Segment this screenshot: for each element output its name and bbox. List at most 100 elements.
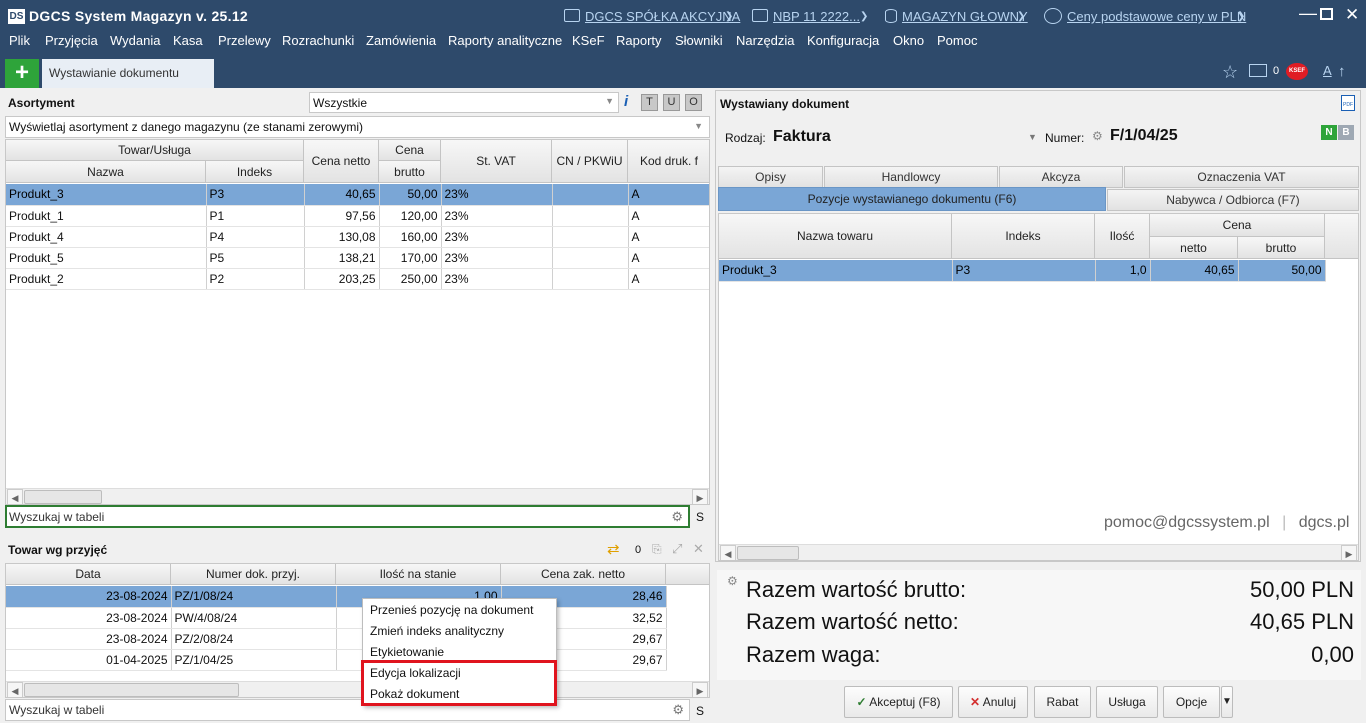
menu-ksef[interactable]: KSeF [572,33,605,49]
menu-kasa[interactable]: Kasa [173,33,203,49]
col-gross[interactable]: brutto [379,161,441,183]
menu-raporty-analityczne[interactable]: Raporty analityczne [448,33,562,49]
table-row[interactable]: 23-08-2024 PZ/1/08/24 1,00 28,46 [6,586,667,608]
tab-oznaczenia-vat[interactable]: Oznaczenia VAT [1124,166,1359,188]
table-row[interactable]: 23-08-2024 PW/4/08/24 32,52 [6,607,667,629]
menu-narzedzia[interactable]: Narzędzia [736,33,795,49]
scrollbar-thumb[interactable] [737,546,799,560]
company-selector[interactable]: DGCS SPÓŁKA AKCYJNA [585,9,740,24]
warehouse-selector[interactable]: MAGAZYN GŁOWNY [902,9,1028,24]
ksef-badge[interactable]: KSEF [1286,63,1308,80]
service-button[interactable]: Usługa [1096,686,1158,718]
minimize-icon[interactable]: — [1299,4,1317,22]
col-vat[interactable]: St. VAT [441,140,552,183]
col-product-name[interactable]: Nazwa towaru [719,214,952,259]
font-size-button[interactable]: A [1323,63,1332,78]
font-scale-icon[interactable]: ↑ [1338,63,1346,80]
maximize-icon[interactable] [1320,8,1333,20]
gear-icon[interactable]: ⚙ [1092,129,1103,143]
receipts-search-input[interactable]: Wyszukaj w tabeli ⚙ [5,699,690,721]
menu-item-change-analytic-index[interactable]: Zmień indeks analityczny [363,621,556,642]
pin-icon[interactable]: ⎘ [652,542,662,557]
table-row[interactable]: Produkt_5 P5 138,21 170,00 23% A [6,247,709,269]
tab-buyer[interactable]: Nabywca / Odbiorca (F7) [1107,189,1359,211]
col-gross[interactable]: brutto [1238,237,1325,259]
scroll-right-icon[interactable]: ▶ [692,682,708,697]
tab-positions[interactable]: Pozycje wystawianego dokumentu (F6) [718,187,1106,211]
badge-b[interactable]: B [1338,125,1354,140]
assortment-mode-select[interactable]: Wyświetlaj asortyment z danego magazynu … [5,116,710,138]
tab-handlowcy[interactable]: Handlowcy [824,166,998,188]
col-print-code[interactable]: Kod druk. f [628,140,709,183]
horizontal-scrollbar[interactable]: ◀ ▶ [719,544,1358,560]
monitor-icon[interactable] [1249,64,1267,77]
menu-zamowienia[interactable]: Zamówienia [366,33,436,49]
assortment-search-input[interactable]: Wyszukaj w tabeli ⚙ [5,505,690,528]
discount-button[interactable]: Rabat [1034,686,1091,718]
accept-button[interactable]: ✓ Akceptuj (F8) [844,686,953,718]
table-row[interactable]: 23-08-2024 PZ/2/08/24 29,67 [6,628,667,650]
tab-akcyza[interactable]: Akcyza [999,166,1123,188]
document-number[interactable]: F/1/04/25 [1110,127,1178,145]
scrollbar-thumb[interactable] [24,490,102,504]
scroll-right-icon[interactable]: ▶ [692,489,708,504]
pdf-icon[interactable]: PDF [1341,95,1355,111]
horizontal-scrollbar[interactable]: ◀ ▶ [6,681,709,697]
col-net[interactable]: netto [1150,237,1238,259]
menu-plik[interactable]: Plik [9,33,30,49]
col-net-price[interactable]: Cena netto [304,140,379,183]
tab-opisy[interactable]: Opisy [718,166,823,188]
col-quantity[interactable]: Ilość [1095,214,1150,259]
table-row[interactable]: Produkt_3 P3 40,65 50,00 23% A [6,184,709,206]
col-index[interactable]: Indeks [952,214,1095,259]
chevron-down-icon[interactable]: ▼ [1028,132,1037,142]
col-doc-number[interactable]: Numer dok. przyj. [171,564,336,585]
menu-przyjecia[interactable]: Przyjęcia [45,33,98,49]
refresh-icon[interactable]: ⇄ [607,540,620,558]
table-row[interactable]: 01-04-2025 PZ/1/04/25 29,67 [6,649,667,671]
favorite-star-icon[interactable]: ☆ [1222,62,1238,83]
close-panel-icon[interactable]: ✕ [693,541,704,557]
col-name[interactable]: Nazwa [6,161,206,183]
menu-raporty[interactable]: Raporty [616,33,662,49]
price-list-selector[interactable]: Ceny podstawowe ceny w PLN [1067,9,1246,24]
col-stock-qty[interactable]: Ilość na stanie [336,564,501,585]
gear-icon[interactable]: ⚙ [671,509,683,525]
tab-wystawianie-dokumentu[interactable]: Wystawianie dokumentu [42,59,214,88]
add-tab-button[interactable]: + [5,59,39,88]
scroll-left-icon[interactable]: ◀ [7,682,23,697]
chevron-down-icon[interactable]: ❯ [725,11,733,22]
bank-selector[interactable]: NBP 11 2222... [773,9,860,24]
cancel-button[interactable]: ✕ Anuluj [958,686,1028,718]
menu-przelewy[interactable]: Przelewy [218,33,271,49]
table-row[interactable]: Produkt_4 P4 130,08 160,00 23% A [6,226,709,248]
search-mode-button[interactable]: S [696,704,704,718]
menu-okno[interactable]: Okno [893,33,924,49]
type-filter-o[interactable]: O [685,94,702,111]
search-mode-button[interactable]: S [696,510,704,524]
options-dropdown-button[interactable]: ▼ [1221,686,1233,718]
menu-slowniki[interactable]: Słowniki [675,33,723,49]
assortment-filter-select[interactable]: Wszystkie ▼ [309,92,619,113]
scrollbar-thumb[interactable] [24,683,239,697]
menu-wydania[interactable]: Wydania [110,33,160,49]
menu-item-move-to-document[interactable]: Przenieś pozycję na dokument [363,600,556,621]
badge-n[interactable]: N [1321,125,1337,140]
col-date[interactable]: Data [6,564,171,585]
table-row[interactable]: Produkt_3 P3 1,0 40,65 50,00 [719,260,1326,282]
expand-icon[interactable]: ⤢ [672,541,682,557]
scroll-left-icon[interactable]: ◀ [7,489,23,504]
close-icon[interactable]: ✕ [1345,6,1359,24]
type-filter-t[interactable]: T [641,94,658,111]
menu-rozrachunki[interactable]: Rozrachunki [282,33,354,49]
col-cn-pkwiu[interactable]: CN / PKWiU [552,140,628,183]
table-row[interactable]: Produkt_2 P2 203,25 250,00 23% A [6,268,709,290]
chevron-down-icon[interactable]: ❯ [1017,11,1025,22]
menu-pomoc[interactable]: Pomoc [937,33,977,49]
document-kind[interactable]: Faktura [773,128,831,146]
chevron-down-icon[interactable]: ❯ [860,11,868,22]
col-cost[interactable]: Cena zak. netto [501,564,666,585]
gear-icon[interactable]: ⚙ [672,702,684,718]
menu-konfiguracja[interactable]: Konfiguracja [807,33,879,49]
table-row[interactable]: Produkt_1 P1 97,56 120,00 23% A [6,205,709,227]
